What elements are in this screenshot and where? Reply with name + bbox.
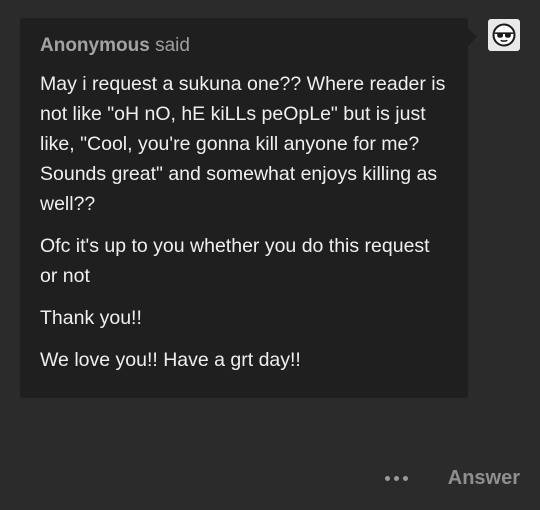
anonymous-avatar[interactable] — [488, 19, 520, 51]
ask-card: Anonymous said May i request a sukuna on… — [20, 18, 477, 398]
anonymous-sunglasses-icon — [492, 23, 516, 47]
question-body: May i request a sukuna one?? Where reade… — [40, 69, 448, 375]
more-options-button[interactable] — [384, 475, 408, 481]
asker-name[interactable]: Anonymous — [40, 35, 150, 56]
asker-said-label: said — [155, 35, 190, 56]
question-paragraph: May i request a sukuna one?? Where reade… — [40, 73, 446, 215]
question-paragraph: Thank you!! — [40, 307, 142, 329]
ellipsis-icon — [402, 475, 408, 481]
ellipsis-icon — [393, 475, 399, 481]
ellipsis-icon — [384, 475, 390, 481]
question-paragraph: Ofc it's up to you whether you do this r… — [40, 235, 430, 287]
answer-button[interactable]: Answer — [448, 467, 520, 490]
question-paragraph: We love you!! Have a grt day!! — [40, 349, 301, 371]
asker-line: Anonymous said — [40, 35, 448, 57]
post-footer: Answer — [384, 462, 520, 494]
